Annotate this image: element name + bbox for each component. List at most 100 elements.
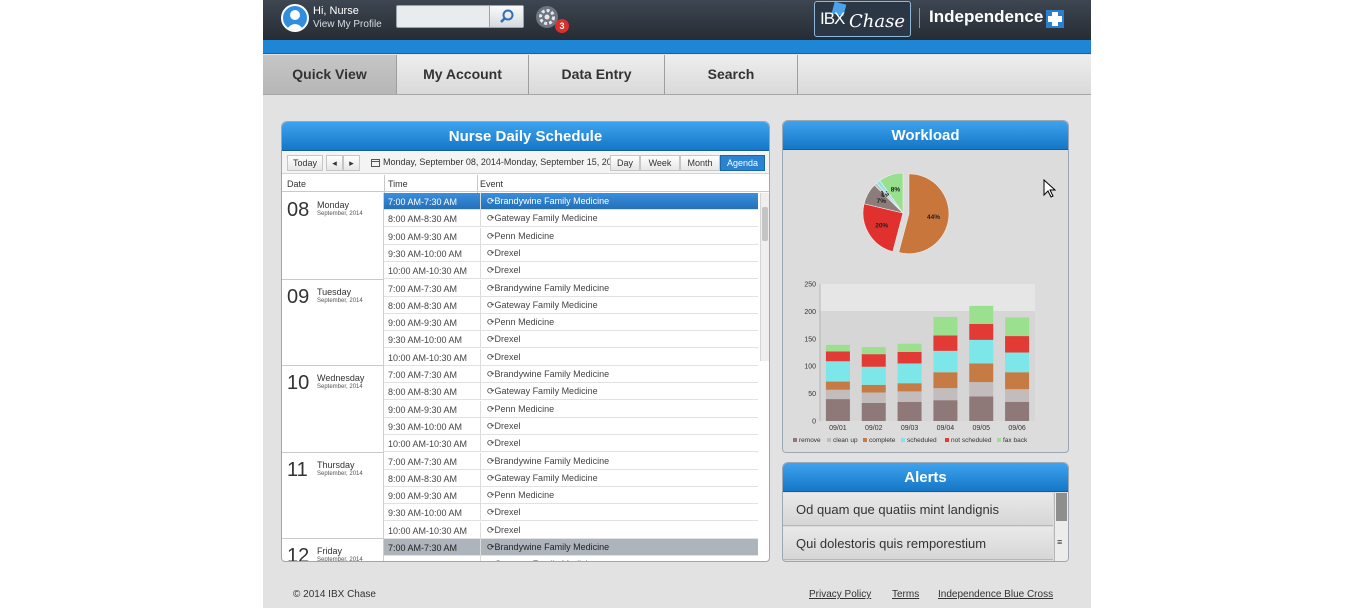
event-time: 8:00 AM-8:30 AM bbox=[388, 214, 458, 225]
schedule-event-row[interactable]: 8:00 AM-8:30 AM ⟳Gateway Family Medicine bbox=[384, 556, 758, 561]
tab-data-entry[interactable]: Data Entry bbox=[529, 55, 665, 94]
bar-segment bbox=[969, 324, 994, 340]
nurse-schedule-panel: Nurse Daily Schedule Today ◂ ▸ Monday, S… bbox=[281, 121, 770, 562]
schedule-event-row[interactable]: 9:30 AM-10:00 AM ⟳Drexel bbox=[384, 417, 758, 435]
schedule-event-row[interactable]: 9:30 AM-10:00 AM ⟳Drexel bbox=[384, 504, 758, 522]
day-name: Monday bbox=[317, 200, 350, 210]
view-day-button[interactable]: Day bbox=[610, 155, 640, 171]
event-name[interactable]: ⟳Gateway Family Medicine bbox=[480, 210, 598, 228]
event-name[interactable]: ⟳Penn Medicine bbox=[480, 400, 554, 418]
schedule-event-row[interactable]: 9:00 AM-9:30 AM ⟳Penn Medicine bbox=[384, 400, 758, 418]
event-label: Brandywine Family Medicine bbox=[494, 455, 610, 466]
x-tick-label: 09/02 bbox=[865, 425, 883, 432]
event-name[interactable]: ⟳Drexel bbox=[480, 244, 521, 262]
alert-item[interactable]: Od quam que quatiis mint landignis bbox=[783, 493, 1053, 526]
event-name[interactable]: ⟳Brandywine Family Medicine bbox=[480, 452, 610, 470]
schedule-scrollbar[interactable] bbox=[760, 193, 769, 361]
today-button[interactable]: Today bbox=[287, 155, 323, 171]
event-label: Brandywine Family Medicine bbox=[494, 369, 610, 379]
alerts-scrollbar-thumb[interactable] bbox=[1056, 493, 1067, 521]
bar-plot-band bbox=[820, 284, 1035, 311]
next-button[interactable]: ▸ bbox=[343, 155, 360, 171]
schedule-event-row[interactable]: 9:30 AM-10:00 AM ⟳Drexel bbox=[384, 331, 758, 349]
schedule-event-row[interactable]: 8:00 AM-8:30 AM ⟳Gateway Family Medicine bbox=[384, 296, 758, 314]
schedule-event-row[interactable]: 8:00 AM-8:30 AM ⟳Gateway Family Medicine bbox=[384, 210, 758, 228]
event-name[interactable]: ⟳Penn Medicine bbox=[480, 314, 554, 332]
schedule-event-row[interactable]: 10:00 AM-10:30 AM ⟳Drexel bbox=[384, 262, 758, 280]
view-week-button[interactable]: Week bbox=[640, 155, 680, 171]
day-month: September, 2014 bbox=[317, 470, 363, 477]
event-name[interactable]: ⟳Brandywine Family Medicine bbox=[480, 279, 609, 297]
bar-segment bbox=[897, 401, 922, 421]
tab-quick-view[interactable]: Quick View bbox=[263, 55, 397, 94]
top-header: Hi, Nurse View My Profile 3 IBX Chase In… bbox=[263, 0, 1091, 40]
schedule-event-row[interactable]: 10:00 AM-10:30 AM ⟳Drexel bbox=[384, 435, 758, 453]
view-profile-link[interactable]: View My Profile bbox=[313, 18, 382, 31]
schedule-event-row[interactable]: 7:00 AM-7:30 AM ⟳Brandywine Family Medici… bbox=[384, 539, 758, 556]
event-name[interactable]: ⟳Brandywine Family Medicine bbox=[480, 366, 609, 383]
view-agenda-button[interactable]: Agenda bbox=[720, 155, 765, 171]
event-label: Drexel bbox=[494, 420, 521, 431]
view-month-button[interactable]: Month bbox=[680, 155, 720, 171]
day-month: September, 2014 bbox=[317, 557, 363, 561]
y-tick-label: 250 bbox=[804, 282, 816, 289]
schedule-event-row[interactable]: 9:30 AM-10:00 AM ⟳Drexel bbox=[384, 244, 758, 262]
event-time: 10:00 AM-10:30 AM bbox=[388, 525, 468, 536]
scrollbar-thumb[interactable] bbox=[762, 207, 768, 241]
tab-search[interactable]: Search bbox=[665, 55, 798, 94]
schedule-event-row[interactable]: 10:00 AM-10:30 AM ⟳Drexel bbox=[384, 521, 758, 539]
schedule-event-row[interactable]: 7:00 AM-7:30 AM ⟳Brandywine Family Medici… bbox=[384, 279, 758, 297]
day-cell: 11 Thursday September, 2014 bbox=[282, 452, 384, 539]
event-name[interactable]: ⟳Gateway Family Medicine bbox=[480, 469, 598, 487]
search-button[interactable] bbox=[489, 6, 523, 27]
search-input[interactable] bbox=[397, 6, 490, 27]
schedule-event-row[interactable]: 9:00 AM-9:30 AM ⟳Penn Medicine bbox=[384, 487, 758, 505]
bar-segment bbox=[933, 372, 958, 389]
refresh-icon: ⟳ bbox=[487, 542, 495, 552]
schedule-event-row[interactable]: 9:00 AM-9:30 AM ⟳Penn Medicine bbox=[384, 227, 758, 245]
event-name[interactable]: ⟳Penn Medicine bbox=[480, 227, 554, 245]
event-name[interactable]: ⟳Brandywine Family Medicine bbox=[480, 193, 609, 210]
schedule-body[interactable]: 08 Monday September, 2014 7:00 AM-7:30 AM ⟳B… bbox=[282, 193, 760, 561]
bar-segment bbox=[1005, 372, 1030, 390]
schedule-event-row[interactable]: 7:00 AM-7:30 AM ⟳Brandywine Family Medici… bbox=[384, 193, 758, 210]
terms-link[interactable]: Terms bbox=[892, 589, 919, 600]
event-name[interactable]: ⟳Drexel bbox=[480, 521, 521, 539]
schedule-event-row[interactable]: 10:00 AM-10:30 AM ⟳Drexel bbox=[384, 348, 758, 366]
event-name[interactable]: ⟳Brandywine Family Medicine bbox=[480, 539, 609, 556]
alerts-scrollbar[interactable]: ≡ bbox=[1054, 493, 1068, 561]
event-name[interactable]: ⟳Gateway Family Medicine bbox=[480, 296, 598, 314]
event-name[interactable]: ⟳Penn Medicine bbox=[480, 487, 554, 505]
event-time: 9:30 AM-10:00 AM bbox=[388, 248, 463, 259]
refresh-icon: ⟳ bbox=[487, 247, 495, 258]
prev-button[interactable]: ◂ bbox=[326, 155, 343, 171]
event-name[interactable]: ⟳Gateway Family Medicine bbox=[480, 383, 598, 401]
bar-segment bbox=[897, 383, 922, 392]
schedule-event-row[interactable]: 8:00 AM-8:30 AM ⟳Gateway Family Medicine bbox=[384, 383, 758, 401]
event-label: Gateway Family Medicine bbox=[495, 559, 598, 561]
schedule-event-row[interactable]: 7:00 AM-7:30 AM ⟳Brandywine Family Medici… bbox=[384, 452, 758, 470]
schedule-event-row[interactable]: 8:00 AM-8:30 AM ⟳Gateway Family Medicine bbox=[384, 469, 758, 487]
event-name[interactable]: ⟳Drexel bbox=[480, 331, 521, 349]
refresh-icon: ⟳ bbox=[487, 282, 495, 293]
independence-blue-cross-link[interactable]: Independence Blue Cross bbox=[938, 589, 1053, 600]
tab-my-account[interactable]: My Account bbox=[397, 55, 529, 94]
event-name[interactable]: ⟳Drexel bbox=[480, 262, 521, 280]
day-cell: 10 Wednesday September, 2014 bbox=[282, 366, 384, 453]
event-name[interactable]: ⟳Gateway Family Medicine bbox=[480, 556, 598, 561]
alert-item[interactable]: Qui dolestoris quis remporestium bbox=[783, 527, 1053, 560]
privacy-policy-link[interactable]: Privacy Policy bbox=[809, 589, 871, 600]
event-name[interactable]: ⟳Drexel bbox=[480, 417, 521, 435]
workload-charts: 44% 20% 7% 1% 1.3% 8% 0 50 100 150 200 250 09/01 09/0… bbox=[783, 151, 1068, 452]
refresh-icon: ⟳ bbox=[487, 369, 495, 379]
user-avatar-icon[interactable] bbox=[281, 4, 309, 32]
bar-segment bbox=[933, 400, 958, 421]
schedule-event-row[interactable]: 7:00 AM-7:30 AM ⟳Brandywine Family Medici… bbox=[384, 366, 758, 383]
event-name[interactable]: ⟳Drexel bbox=[480, 435, 521, 453]
schedule-event-row[interactable]: 9:00 AM-9:30 AM ⟳Penn Medicine bbox=[384, 314, 758, 332]
x-tick-label: 09/01 bbox=[829, 425, 847, 432]
event-name[interactable]: ⟳Drexel bbox=[480, 504, 521, 522]
event-name[interactable]: ⟳Drexel bbox=[480, 348, 521, 366]
y-tick-label: 0 bbox=[812, 419, 816, 426]
calendar-icon bbox=[371, 159, 380, 167]
